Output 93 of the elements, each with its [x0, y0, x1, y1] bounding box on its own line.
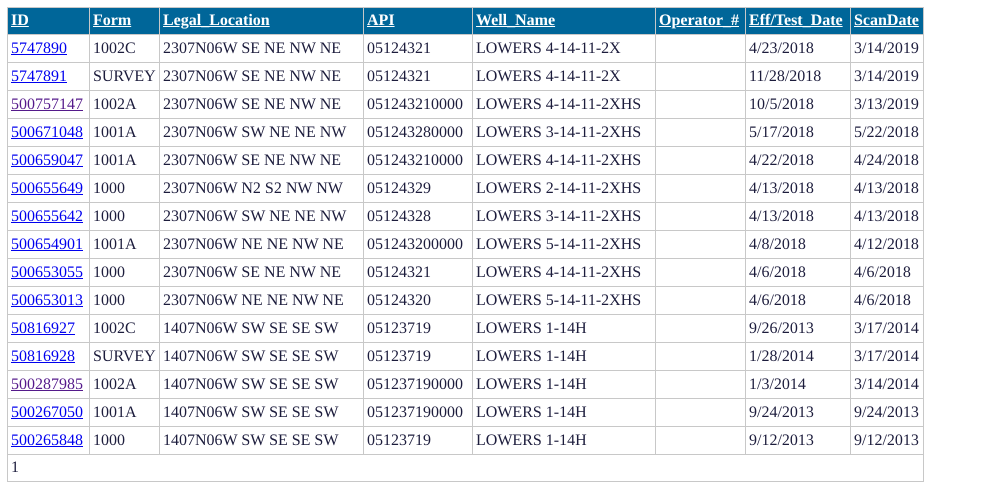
table-cell: LOWERS 1-14H	[476, 404, 587, 420]
table-cell: LOWERS 4-14-11-2XHS	[476, 264, 642, 280]
table-cell: 05123719	[367, 432, 431, 448]
table-cell: 4/23/2018	[749, 40, 814, 56]
table-cell: LOWERS 5-14-11-2XHS	[476, 292, 642, 308]
table-cell: 4/6/2018	[854, 264, 911, 280]
table-cell: 051237190000	[367, 404, 463, 420]
table-cell: LOWERS 1-14H	[476, 320, 587, 336]
table-cell: LOWERS 2-14-11-2XHS	[476, 180, 642, 196]
table-cell: 2307N06W SE NE NW NE	[163, 96, 342, 112]
table-cell: 1002A	[93, 376, 137, 392]
table-cell: 2307N06W NE NE NW NE	[163, 292, 344, 308]
table-cell: 9/26/2013	[749, 320, 814, 336]
table-cell: SURVEY	[93, 68, 156, 84]
table-cell: 5/17/2018	[749, 124, 814, 140]
column-header-link[interactable]: ID	[11, 12, 29, 29]
table-cell: SURVEY	[93, 348, 156, 364]
table-cell: 05123719	[367, 320, 431, 336]
table-cell: 9/24/2013	[854, 404, 919, 420]
table-cell: 1407N06W SW SE SE SW	[163, 432, 338, 448]
table-cell: 10/5/2018	[749, 96, 814, 112]
table-cell: 2307N06W SW NE NE NW	[163, 208, 346, 224]
table-cell: LOWERS 5-14-11-2XHS	[476, 236, 642, 252]
table-cell: 1001A	[93, 152, 137, 168]
table-cell: 4/6/2018	[749, 264, 806, 280]
table-cell: 3/17/2014	[854, 348, 919, 364]
table-cell: 1/28/2014	[749, 348, 814, 364]
table-cell: 4/13/2018	[749, 180, 814, 196]
table-cell: 05124321	[367, 40, 431, 56]
table-cell: 4/13/2018	[749, 208, 814, 224]
table-cell: 4/13/2018	[854, 180, 919, 196]
table-cell: 05124321	[367, 264, 431, 280]
table-cell: LOWERS 1-14H	[476, 432, 587, 448]
table-cell: LOWERS 4-14-11-2XHS	[476, 152, 642, 168]
table-cell: 1407N06W SW SE SE SW	[163, 404, 338, 420]
table-cell: 05123719	[367, 348, 431, 364]
table-cell: 2307N06W SE NE NW NE	[163, 40, 342, 56]
table-cell: 1000	[93, 180, 125, 196]
table-cell: 1001A	[93, 124, 137, 140]
table-cell: LOWERS 3-14-11-2XHS	[476, 208, 642, 224]
table-cell: 1/3/2014	[749, 376, 806, 392]
table-cell: 05124321	[367, 68, 431, 84]
table-cell: LOWERS 1-14H	[476, 348, 587, 364]
table-cell: 05124329	[367, 180, 431, 196]
table-cell: 3/17/2014	[854, 320, 919, 336]
table-cell: 11/28/2018	[749, 68, 822, 84]
table-cell: LOWERS 1-14H	[476, 376, 587, 392]
table-cell: 051237190000	[367, 376, 463, 392]
table-cell: LOWERS 4-14-11-2X	[476, 68, 621, 84]
table-cell: 4/8/2018	[749, 236, 806, 252]
table-cell: 051243210000	[367, 152, 463, 168]
table-cell: 1002A	[93, 96, 137, 112]
table-cell: 4/6/2018	[749, 292, 806, 308]
table-cell: 4/6/2018	[854, 292, 911, 308]
table-cell: 9/24/2013	[749, 404, 814, 420]
page-number[interactable]: 1	[11, 459, 19, 476]
table-cell: 1407N06W SW SE SE SW	[163, 348, 338, 364]
table-cell: 1001A	[93, 404, 137, 420]
table-cell: 051243210000	[367, 96, 463, 112]
table-cell: 2307N06W SE NE NW NE	[163, 152, 342, 168]
table-cell: 3/14/2019	[854, 40, 919, 56]
table-cell: 1407N06W SW SE SE SW	[163, 376, 338, 392]
table-cell: 4/22/2018	[749, 152, 814, 168]
table-cell: LOWERS 3-14-11-2XHS	[476, 124, 642, 140]
table-cell: 4/12/2018	[854, 236, 919, 252]
table-cell: 9/12/2013	[854, 432, 919, 448]
column-header-link[interactable]: API	[367, 12, 395, 29]
table-cell: 3/13/2019	[854, 96, 919, 112]
table-cell: 1407N06W SW SE SE SW	[163, 320, 338, 336]
table-cell: 1000	[93, 432, 125, 448]
table-cell: 1000	[93, 292, 125, 308]
table-cell: 2307N06W SW NE NE NW	[163, 124, 346, 140]
table-cell: 4/13/2018	[854, 208, 919, 224]
table-cell: 051243280000	[367, 124, 463, 140]
table-cell: 4/24/2018	[854, 152, 919, 168]
table-cell: 3/14/2014	[854, 376, 919, 392]
table-cell: 5/22/2018	[854, 124, 919, 140]
table-cell: 05124320	[367, 292, 431, 308]
table-cell: 1002C	[93, 320, 136, 336]
table-cell: LOWERS 4-14-11-2X	[476, 40, 621, 56]
table-cell: 9/12/2013	[749, 432, 814, 448]
table-cell: 051243200000	[367, 236, 463, 252]
table-cell: 2307N06W N2 S2 NW NW	[163, 180, 343, 196]
table-cell: 3/14/2019	[854, 68, 919, 84]
table-cell: 1000	[93, 264, 125, 280]
table-cell: 2307N06W NE NE NW NE	[163, 236, 344, 252]
table-cell: 05124328	[367, 208, 431, 224]
table-cell: 1000	[93, 208, 125, 224]
table-cell: LOWERS 4-14-11-2XHS	[476, 96, 642, 112]
table-cell: 1001A	[93, 236, 137, 252]
table-cell: 2307N06W SE NE NW NE	[163, 68, 342, 84]
table-cell: 1002C	[93, 40, 136, 56]
table-cell: 2307N06W SE NE NW NE	[163, 264, 342, 280]
